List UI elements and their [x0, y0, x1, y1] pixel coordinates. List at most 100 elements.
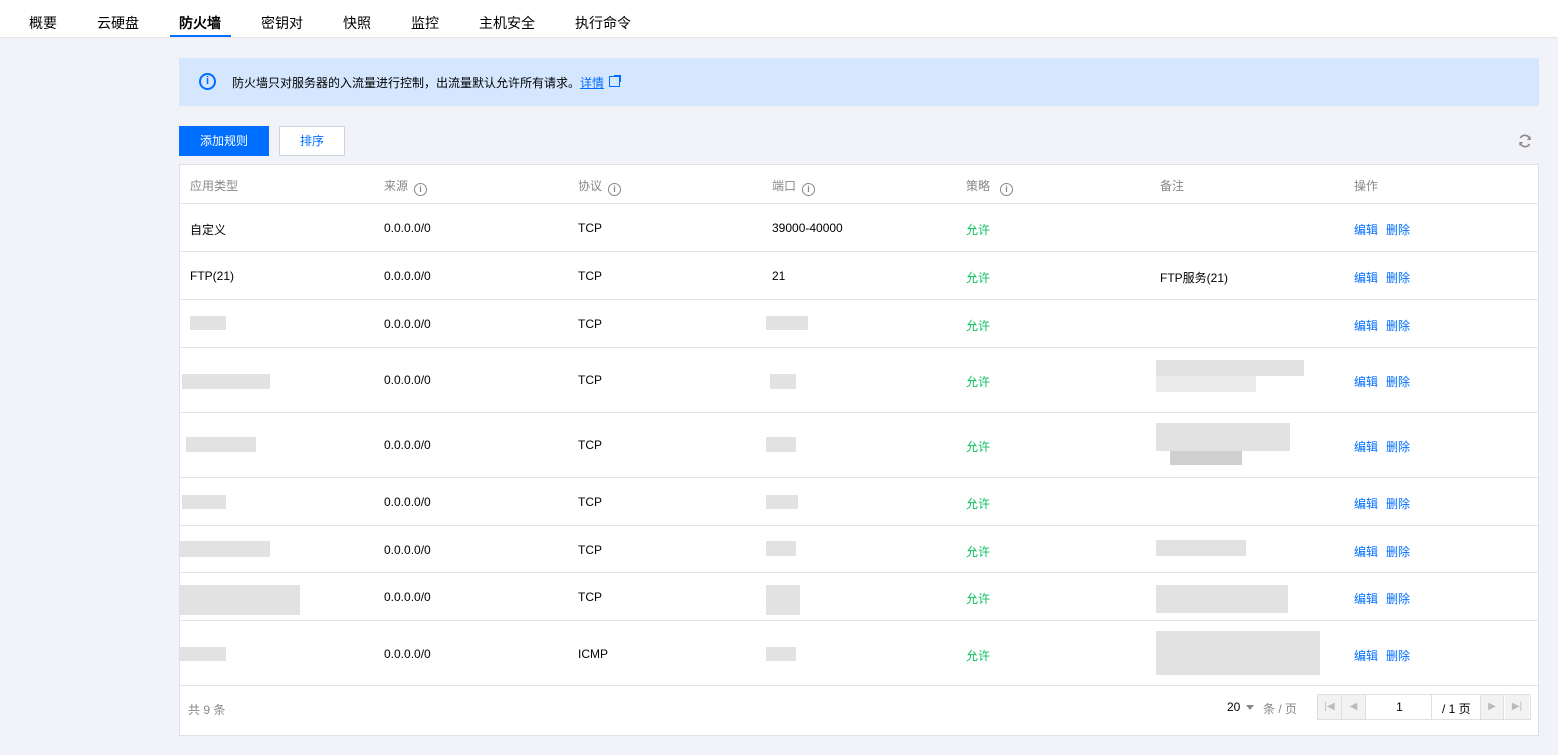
cell-protocol: TCP [578, 317, 602, 331]
cell-protocol: TCP [578, 543, 602, 557]
cell-source: 0.0.0.0/0 [384, 269, 431, 283]
redacted-remark [1156, 540, 1246, 556]
total-pages: / 1 页 [1442, 702, 1471, 716]
table-footer: 共 9 条 20 条 / 页 |◀ ◀ / 1 页 ▶ ▶| [180, 686, 1538, 735]
table-row: 0.0.0.0/0 TCP 允许 编辑 删除 [180, 526, 1538, 573]
page-size-select[interactable]: 20 [1227, 700, 1255, 714]
tab-key-pair[interactable]: 密钥对 [261, 13, 303, 33]
edit-link[interactable]: 编辑 [1354, 543, 1378, 560]
cell-source: 0.0.0.0/0 [384, 647, 431, 661]
cell-protocol: TCP [578, 373, 602, 387]
redacted-remark [1156, 423, 1290, 451]
tab-overview[interactable]: 概要 [29, 13, 57, 33]
delete-link[interactable]: 删除 [1386, 269, 1410, 286]
cell-policy: 允许 [966, 440, 991, 454]
delete-link[interactable]: 删除 [1386, 590, 1410, 607]
refresh-icon[interactable] [1517, 133, 1533, 149]
tab-firewall[interactable]: 防火墙 [179, 13, 221, 33]
tab-run-command[interactable]: 执行命令 [575, 13, 631, 33]
column-header-source: 来源 i [384, 177, 428, 196]
cell-protocol: TCP [578, 221, 602, 235]
cell-policy: 允许 [966, 545, 991, 559]
tab-host-security[interactable]: 主机安全 [479, 13, 535, 33]
info-circle-icon[interactable]: i [1000, 183, 1014, 196]
redacted-type [190, 316, 226, 330]
redacted-port [766, 437, 796, 452]
cell-source: 0.0.0.0/0 [384, 373, 431, 387]
page-input[interactable] [1368, 695, 1432, 719]
edit-link[interactable]: 编辑 [1354, 495, 1378, 512]
delete-link[interactable]: 删除 [1386, 221, 1410, 238]
last-page-icon[interactable]: ▶| [1505, 695, 1529, 719]
prev-page-icon[interactable]: ◀ [1342, 695, 1366, 719]
table-row: 0.0.0.0/0 ICMP 允许 编辑 删除 [180, 621, 1538, 686]
delete-link[interactable]: 删除 [1386, 647, 1410, 664]
sort-button[interactable]: 排序 [279, 126, 345, 156]
info-circle-icon[interactable]: i [414, 183, 428, 196]
cell-policy: 允许 [966, 497, 991, 511]
delete-link[interactable]: 删除 [1386, 495, 1410, 512]
table-row: 自定义 0.0.0.0/0 TCP 39000-40000 允许 编辑 删除 [180, 204, 1538, 252]
table-row: 0.0.0.0/0 TCP 允许 编辑 删除 [180, 300, 1538, 348]
cell-source: 0.0.0.0/0 [384, 221, 431, 235]
edit-link[interactable]: 编辑 [1354, 269, 1378, 286]
redacted-port [766, 585, 800, 615]
table-row: 0.0.0.0/0 TCP 允许 编辑 删除 [180, 478, 1538, 526]
redacted-port [766, 647, 796, 661]
table-header: 应用类型 来源 i 协议 i 端口 i 策略 i 备注 操作 [180, 165, 1538, 204]
column-header-protocol: 协议 i [578, 177, 622, 196]
firewall-rules-table: 应用类型 来源 i 协议 i 端口 i 策略 i 备注 操作 自定义 0.0.0.0/0… [179, 164, 1539, 736]
tab-snapshot[interactable]: 快照 [343, 13, 371, 33]
tab-monitor[interactable]: 监控 [411, 13, 439, 33]
per-page-label: 条 / 页 [1263, 702, 1298, 716]
edit-link[interactable]: 编辑 [1354, 317, 1378, 334]
cell-policy: 允许 [966, 375, 991, 389]
cell-policy: 允许 [966, 271, 991, 285]
edit-link[interactable]: 编辑 [1354, 590, 1378, 607]
add-rule-button[interactable]: 添加规则 [179, 126, 269, 156]
cell-remark: FTP服务(21) [1160, 271, 1229, 285]
notice-text: 防火墙只对服务器的入流量进行控制，出流量默认允许所有请求。 [232, 76, 581, 90]
delete-link[interactable]: 删除 [1386, 438, 1410, 455]
cell-source: 0.0.0.0/0 [384, 590, 431, 604]
redacted-remark [1156, 360, 1304, 376]
info-circle-icon[interactable]: i [802, 183, 816, 196]
column-header-port: 端口 i [772, 177, 816, 196]
table-row: 0.0.0.0/0 TCP 允许 编辑 删除 [180, 413, 1538, 478]
cell-protocol: TCP [578, 269, 602, 283]
cell-policy: 允许 [966, 319, 991, 333]
cell-protocol: ICMP [578, 647, 608, 661]
info-circle-icon: i [199, 73, 216, 90]
cell-protocol: TCP [578, 438, 602, 452]
cell-source: 0.0.0.0/0 [384, 543, 431, 557]
column-header-policy: 策略 i [966, 177, 1014, 196]
tab-cloud-disk[interactable]: 云硬盘 [97, 13, 139, 33]
cell-policy: 允许 [966, 592, 991, 606]
redacted-type [182, 495, 226, 509]
redacted-type [180, 541, 270, 557]
delete-link[interactable]: 删除 [1386, 373, 1410, 390]
pager: |◀ ◀ / 1 页 ▶ ▶| [1317, 694, 1531, 720]
redacted-port [766, 316, 808, 330]
cell-protocol: TCP [578, 590, 602, 604]
edit-link[interactable]: 编辑 [1354, 647, 1378, 664]
column-header-remark: 备注 [1160, 179, 1185, 193]
total-count: 共 9 条 [188, 703, 226, 717]
redacted-port [770, 374, 796, 389]
delete-link[interactable]: 删除 [1386, 543, 1410, 560]
edit-link[interactable]: 编辑 [1354, 373, 1378, 390]
cell-type: 自定义 [190, 223, 227, 237]
cell-policy: 允许 [966, 649, 991, 663]
chevron-down-icon [1246, 705, 1255, 710]
cell-port: 21 [772, 269, 786, 283]
redacted-type [182, 374, 270, 389]
redacted-remark [1156, 376, 1256, 392]
info-circle-icon[interactable]: i [608, 183, 622, 196]
edit-link[interactable]: 编辑 [1354, 438, 1378, 455]
next-page-icon[interactable]: ▶ [1480, 695, 1504, 719]
details-link[interactable]: 详情 [580, 74, 604, 91]
first-page-icon[interactable]: |◀ [1318, 695, 1342, 719]
cell-port: 39000-40000 [772, 221, 843, 235]
edit-link[interactable]: 编辑 [1354, 221, 1378, 238]
delete-link[interactable]: 删除 [1386, 317, 1410, 334]
